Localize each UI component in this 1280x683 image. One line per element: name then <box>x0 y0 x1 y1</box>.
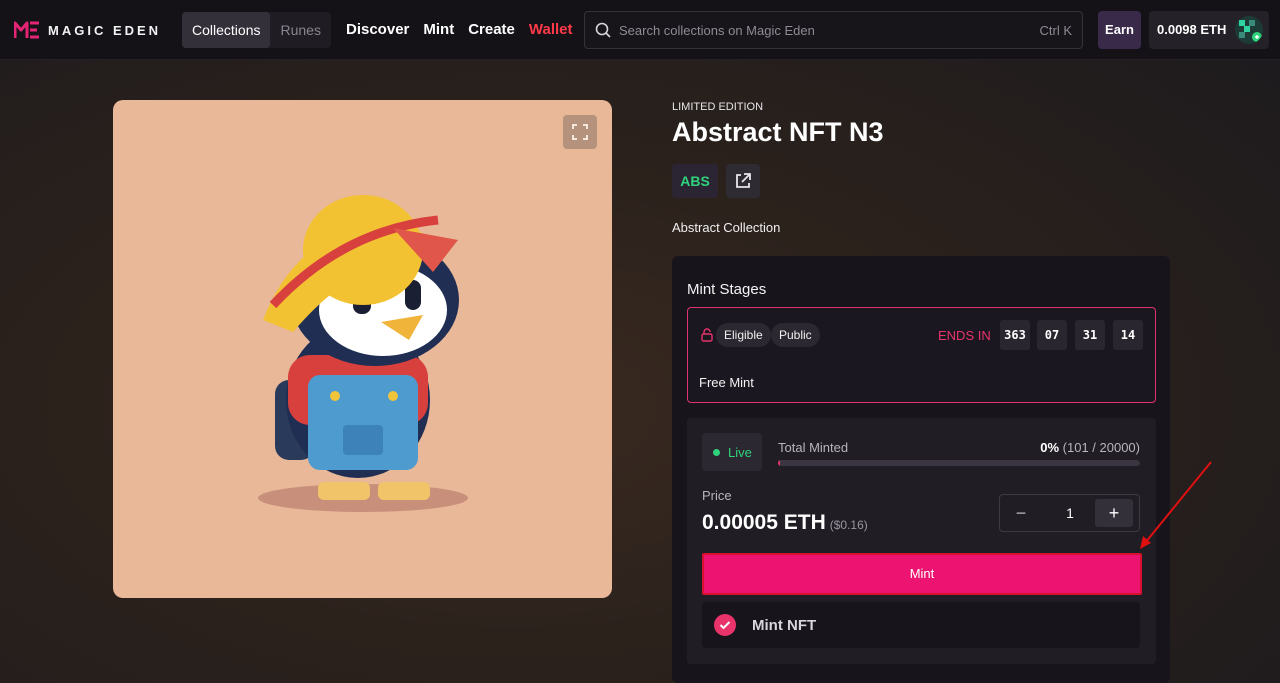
nav-mint[interactable]: Mint <box>423 21 454 38</box>
eth-balance: 0.0098 ETH <box>1157 22 1227 37</box>
main-nav: Discover Mint Create Wallet <box>346 21 573 38</box>
brand-name: MAGIC EDEN <box>48 22 162 38</box>
quantity-stepper: − 1 + <box>999 494 1140 532</box>
collection-name[interactable]: Abstract Collection <box>672 220 780 235</box>
wallet-balance-button[interactable]: 0.0098 ETH <box>1149 11 1269 49</box>
tab-runes[interactable]: Runes <box>270 12 330 48</box>
search-icon <box>595 22 611 38</box>
eligible-badge: Eligible <box>716 323 771 347</box>
nft-image[interactable] <box>113 100 612 598</box>
mint-step-row: Mint NFT <box>702 602 1140 648</box>
fullscreen-icon <box>572 124 588 140</box>
decrease-quantity-button[interactable]: − <box>1006 499 1036 527</box>
price-eth: 0.00005 ETH <box>702 511 826 534</box>
mint-progress-bar <box>778 460 1140 466</box>
mint-panel: Mint Stages Eligible Public ENDS IN 363 … <box>672 256 1170 683</box>
minted-count: (101 / 20000) <box>1062 440 1140 455</box>
quantity-value[interactable]: 1 <box>1050 505 1090 521</box>
price-usd: ($0.16) <box>829 518 868 532</box>
stage-name: Free Mint <box>699 375 754 390</box>
countdown-hours: 07 <box>1037 320 1067 350</box>
section-switcher: Collections Runes <box>182 12 331 48</box>
total-minted-label: Total Minted <box>778 440 849 455</box>
check-icon <box>714 614 736 636</box>
increase-quantity-button[interactable]: + <box>1095 499 1133 527</box>
magic-eden-logo-icon <box>14 21 39 39</box>
mint-progress-fill <box>778 460 780 466</box>
penguin-artwork <box>258 195 468 512</box>
status-badge: Live <box>702 433 762 471</box>
search-shortcut-hint: Ctrl K <box>1039 23 1073 38</box>
logo[interactable]: MAGIC EDEN <box>14 20 161 40</box>
unlock-icon <box>701 328 713 342</box>
chain-badge[interactable]: ABS <box>672 164 718 198</box>
mint-stage-card[interactable]: Eligible Public ENDS IN 363 07 31 14 Fre… <box>687 307 1156 403</box>
mint-card: Live Total Minted 0% (101 / 20000) Price… <box>687 418 1156 664</box>
nav-wallet[interactable]: Wallet <box>529 21 573 38</box>
external-link-button[interactable] <box>726 164 760 198</box>
tab-collections[interactable]: Collections <box>182 12 271 48</box>
mint-button[interactable]: Mint <box>702 553 1142 595</box>
nav-discover[interactable]: Discover <box>346 21 409 38</box>
search-bar: Ctrl K <box>584 11 1083 49</box>
nav-create[interactable]: Create <box>468 21 515 38</box>
edition-label: LIMITED EDITION <box>672 101 764 113</box>
total-minted-value: 0% (101 / 20000) <box>1040 440 1140 455</box>
avatar-pattern-icon <box>1239 20 1262 42</box>
top-navigation: MAGIC EDEN Collections Runes Discover Mi… <box>0 0 1280 60</box>
mint-stages-title: Mint Stages <box>687 281 767 298</box>
minted-percent: 0% <box>1040 440 1060 455</box>
status-text: Live <box>728 445 752 460</box>
public-badge: Public <box>771 323 820 347</box>
price-label: Price <box>702 488 732 503</box>
countdown-minutes: 31 <box>1075 320 1105 350</box>
countdown-days: 363 <box>1000 320 1030 350</box>
price-value: 0.00005 ETH ($0.16) <box>702 511 868 535</box>
expand-image-button[interactable] <box>563 115 597 149</box>
page-title: Abstract NFT N3 <box>672 117 884 147</box>
countdown-seconds: 14 <box>1113 320 1143 350</box>
search-input[interactable] <box>619 12 1019 48</box>
live-dot-icon <box>713 449 720 456</box>
mint-step-label: Mint NFT <box>752 617 817 634</box>
ends-in-label: ENDS IN <box>938 328 991 343</box>
earn-button[interactable]: Earn <box>1098 11 1141 49</box>
avatar <box>1235 16 1263 44</box>
external-link-icon <box>736 173 751 188</box>
